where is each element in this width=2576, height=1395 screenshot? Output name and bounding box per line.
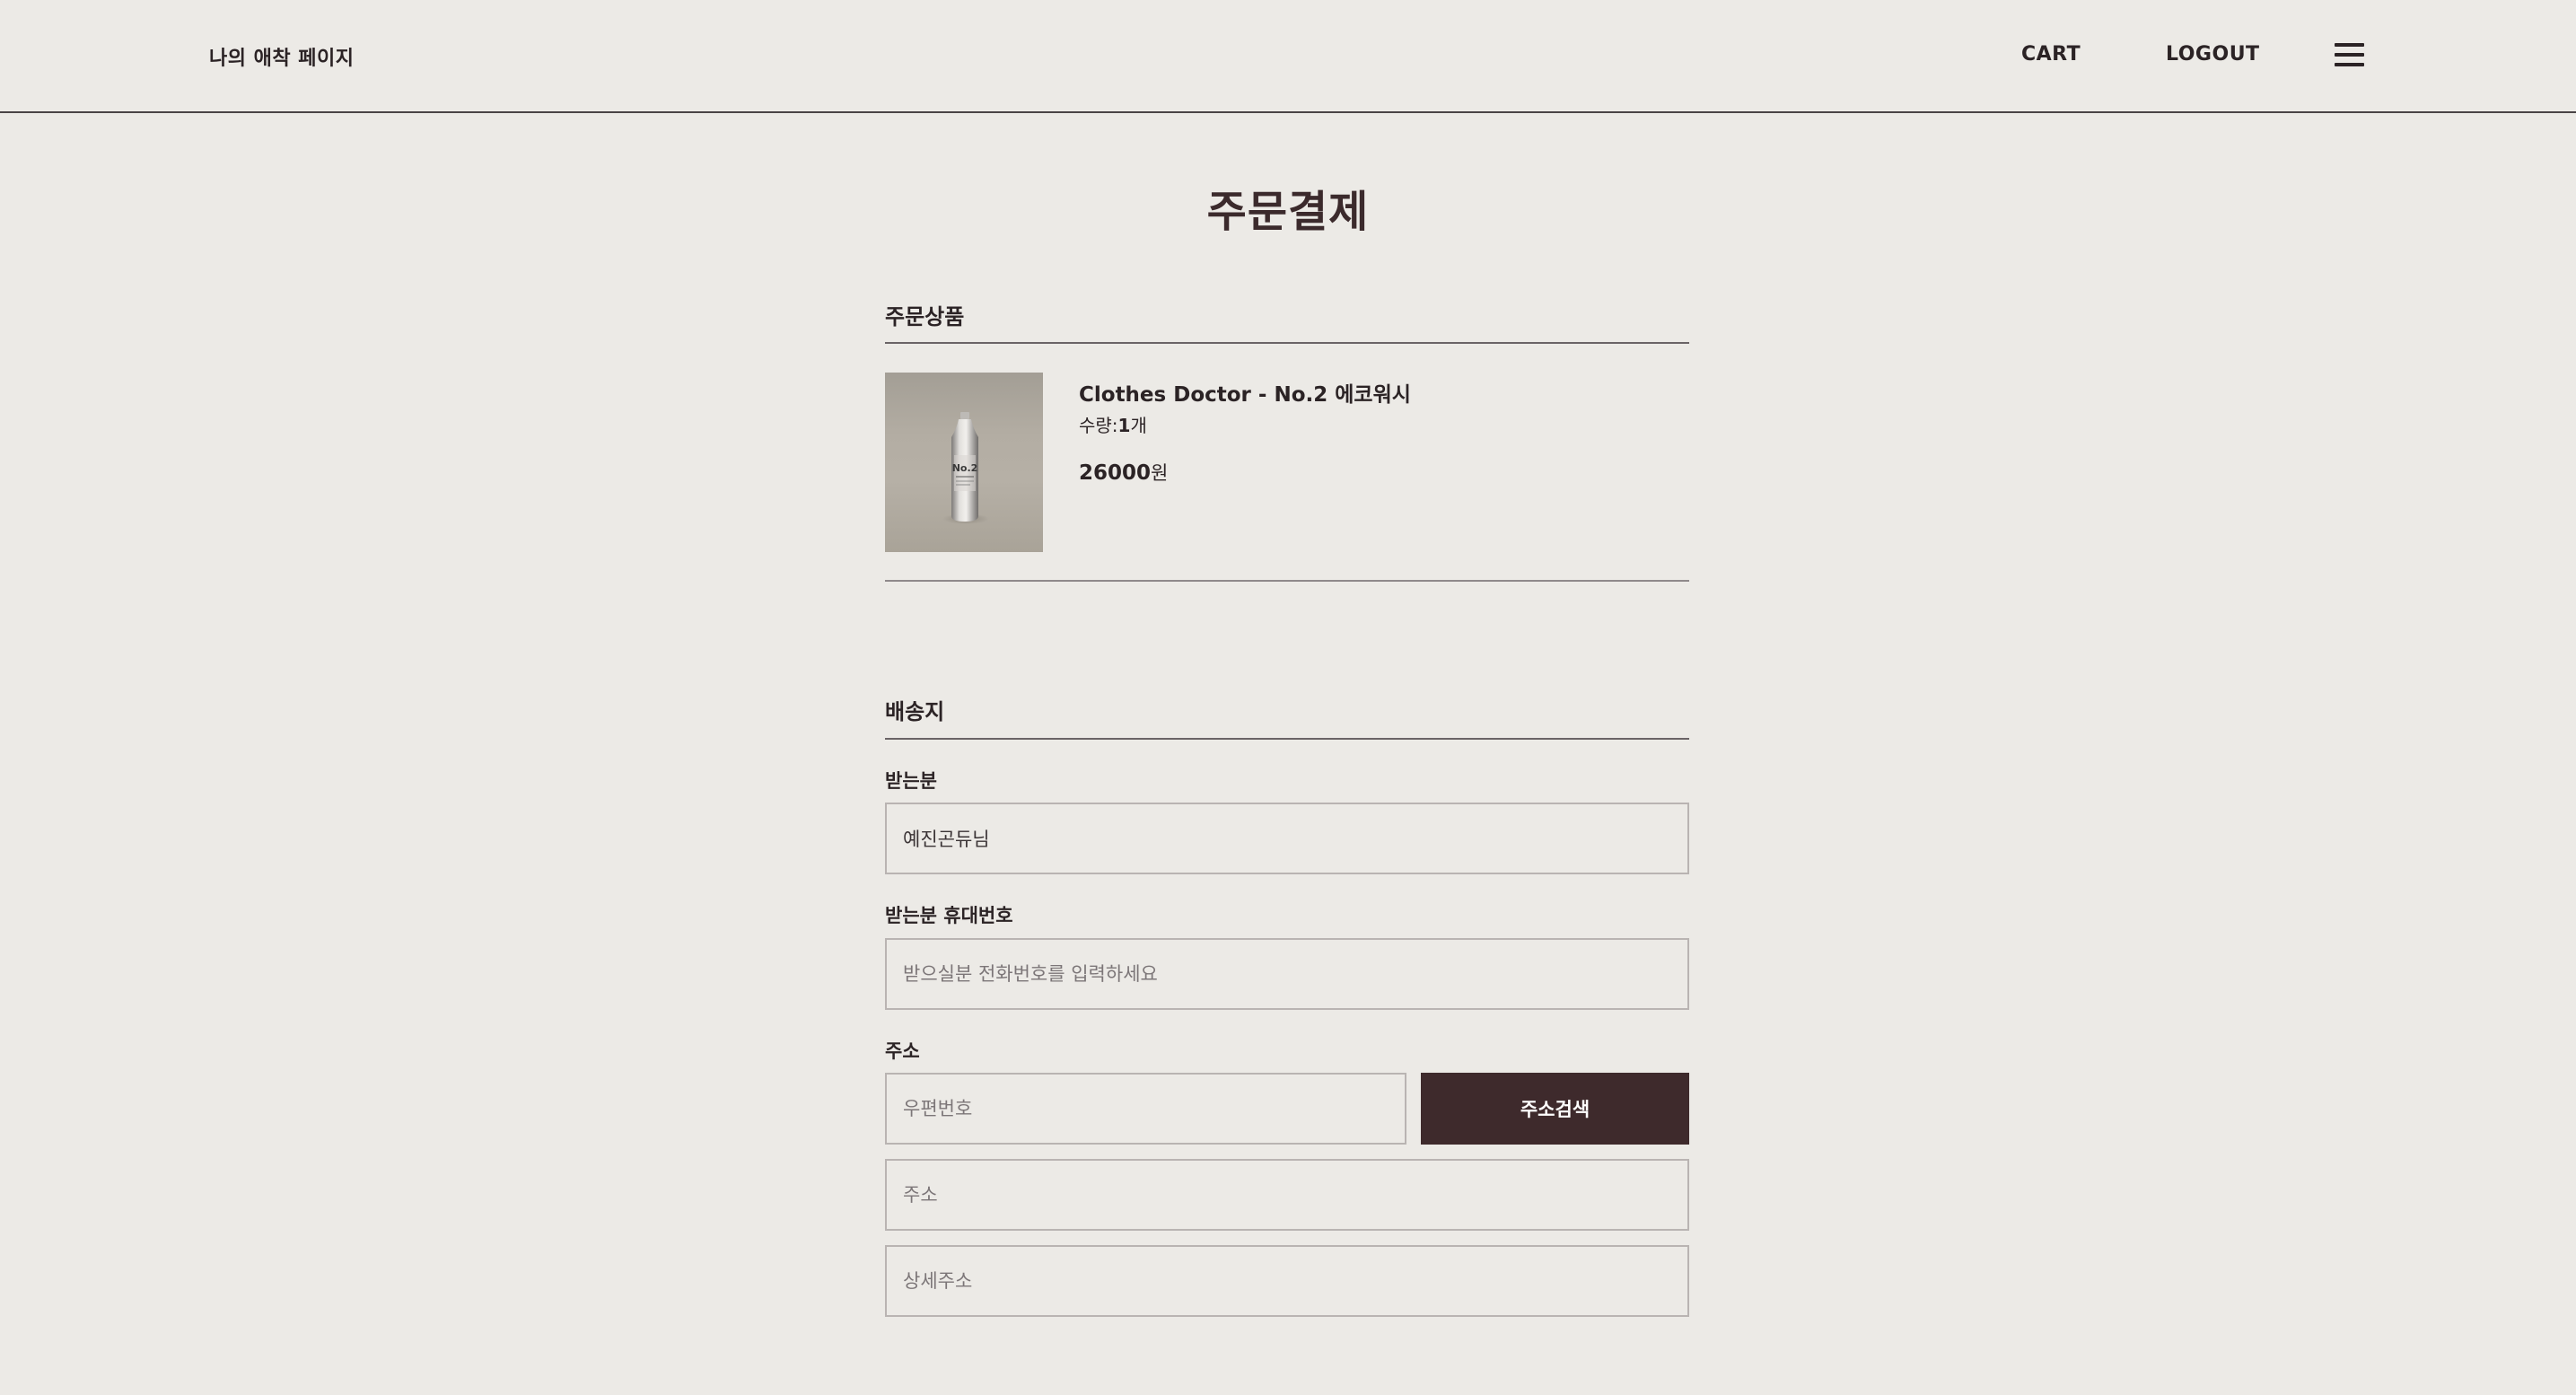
postcode-input[interactable] [885,1073,1406,1145]
order-items-divider [885,342,1689,344]
logout-link[interactable]: LOGOUT [2166,43,2260,66]
page-title: 주문결제 [1206,187,1370,237]
product-quantity: 수량:1개 [1079,411,1147,437]
product-name: Clothes Doctor - No.2 에코워시 [1079,383,1411,407]
shipping-title: 배송지 [885,699,945,724]
address-search-button[interactable]: 주소검색 [1421,1073,1689,1145]
brand-link[interactable]: 나의 애착 페이지 [209,42,355,71]
quantity-label: 수량: [1079,415,1118,436]
product-bottle-image[interactable]: No.2 [885,373,1043,552]
address-detail-input[interactable] [885,1245,1689,1317]
phone-label: 받는분 휴대번호 [885,905,1013,926]
cart-link[interactable]: CART [2021,43,2081,66]
order-items-bottom-divider [885,580,1689,582]
price-unit: 원 [1151,462,1169,484]
site-header: 나의 애착 페이지 CART LOGOUT [0,0,2576,113]
quantity-value: 1 [1117,415,1131,436]
svg-text:No.2: No.2 [952,462,978,474]
recipient-input[interactable] [885,803,1689,874]
phone-input[interactable] [885,938,1689,1010]
product-price: 26000원 [1079,459,1168,486]
recipient-label: 받는분 [885,770,937,792]
hamburger-menu-icon[interactable] [2335,43,2364,66]
shipping-divider [885,738,1689,740]
order-items-title: 주문상품 [885,304,965,329]
address-input[interactable] [885,1159,1689,1231]
price-value: 26000 [1079,461,1152,485]
quantity-unit: 개 [1130,415,1147,436]
address-label: 주소 [885,1040,920,1062]
